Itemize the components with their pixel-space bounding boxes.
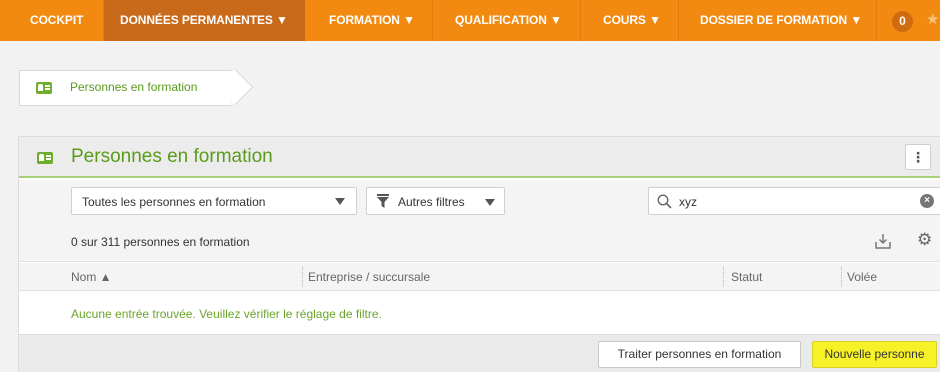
column-divider — [723, 267, 724, 287]
filter-bar: Toutes les personnes en formation Autres… — [19, 180, 940, 222]
export-icon[interactable] — [875, 233, 891, 249]
notification-badge[interactable]: 0 — [892, 11, 913, 32]
column-divider — [302, 267, 303, 287]
breadcrumb-item-personnes-en-formation[interactable]: Personnes en formation — [70, 80, 197, 94]
gear-icon[interactable]: ⚙ — [917, 231, 932, 249]
top-navigation-bar: COCKPIT DONNÉES PERMANENTES ▼ FORMATION … — [0, 0, 940, 41]
nav-item-donnees-permanentes[interactable]: DONNÉES PERMANENTES ▼ — [104, 0, 305, 41]
star-icon[interactable]: ★ — [926, 10, 939, 28]
search-input[interactable] — [679, 193, 899, 211]
nav-divider — [432, 0, 433, 41]
nav-divider — [580, 0, 581, 41]
chevron-down-icon — [485, 199, 495, 206]
empty-state-message: Aucune entrée trouvée. Veuillez vérifier… — [71, 307, 382, 321]
nav-divider — [876, 0, 877, 41]
nav-divider — [678, 0, 679, 41]
nav-item-dossier-de-formation[interactable]: DOSSIER DE FORMATION ▼ — [700, 0, 862, 41]
nav-item-cockpit[interactable]: COCKPIT — [30, 0, 83, 41]
new-person-button[interactable]: Nouvelle personne — [812, 341, 937, 368]
clear-circle-icon[interactable]: × — [920, 194, 934, 208]
other-filters-label: Autres filtres — [398, 195, 465, 209]
persons-filter-select[interactable]: Toutes les personnes en formation — [71, 187, 357, 215]
other-filters-button[interactable]: Autres filtres — [366, 187, 505, 215]
panel-title: Personnes en formation — [71, 146, 273, 167]
process-persons-button[interactable]: Traiter personnes en formation — [598, 341, 801, 368]
funnel-icon — [377, 194, 389, 208]
results-toolbar: 0 sur 311 personnes en formation ⚙ — [19, 222, 940, 262]
panel-header: Personnes en formation ⋮ — [19, 137, 940, 178]
nav-item-formation[interactable]: FORMATION ▼ — [329, 0, 415, 41]
kebab-menu-icon[interactable]: ⋮ — [905, 144, 931, 170]
persons-panel: Personnes en formation ⋮ Toutes les pers… — [18, 136, 940, 372]
persons-filter-select-value: Toutes les personnes en formation — [82, 195, 266, 209]
table-header: Nom ▲ Entreprise / succursale Statut Vol… — [19, 263, 940, 291]
column-header-entreprise[interactable]: Entreprise / succursale — [308, 270, 430, 284]
person-card-icon — [36, 82, 52, 94]
search-field[interactable]: × — [648, 187, 940, 215]
column-header-statut[interactable]: Statut — [731, 270, 762, 284]
column-header-nom[interactable]: Nom ▲ — [71, 270, 112, 284]
column-divider — [841, 267, 842, 287]
nav-item-qualification[interactable]: QUALIFICATION ▼ — [455, 0, 562, 41]
column-header-volee[interactable]: Volée — [847, 270, 877, 284]
chevron-down-icon — [335, 198, 345, 205]
panel-footer: Traiter personnes en formation Nouvelle … — [19, 334, 940, 372]
search-icon — [657, 194, 672, 209]
nav-item-cours[interactable]: COURS ▼ — [603, 0, 661, 41]
person-card-icon — [37, 152, 53, 164]
results-count: 0 sur 311 personnes en formation — [71, 235, 250, 249]
empty-table-row: Aucune entrée trouvée. Veuillez vérifier… — [19, 292, 940, 334]
